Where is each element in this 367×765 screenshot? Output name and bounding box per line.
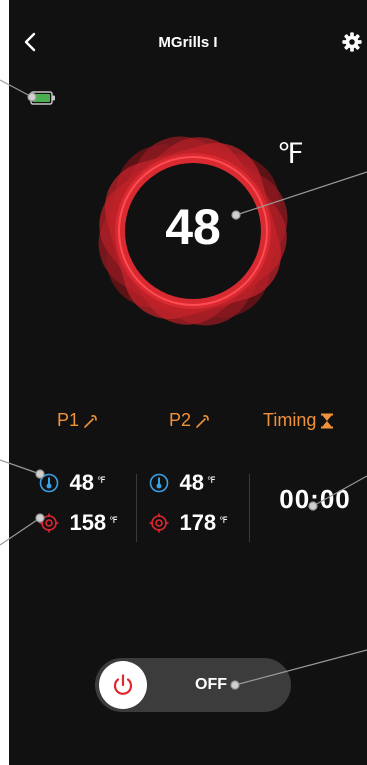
callout-dot [230,680,240,690]
callout-line [312,475,367,507]
callout-line [0,459,41,475]
callout-dot [231,210,241,220]
callout-dot [308,501,318,511]
callout-line [235,171,367,216]
callout-line [234,649,367,686]
callout-dot [35,513,45,523]
callout-line [0,517,41,546]
callout-dot [27,92,37,102]
callout-dot [35,469,45,479]
callout-line [0,79,33,98]
annotation-overlay [0,79,367,690]
